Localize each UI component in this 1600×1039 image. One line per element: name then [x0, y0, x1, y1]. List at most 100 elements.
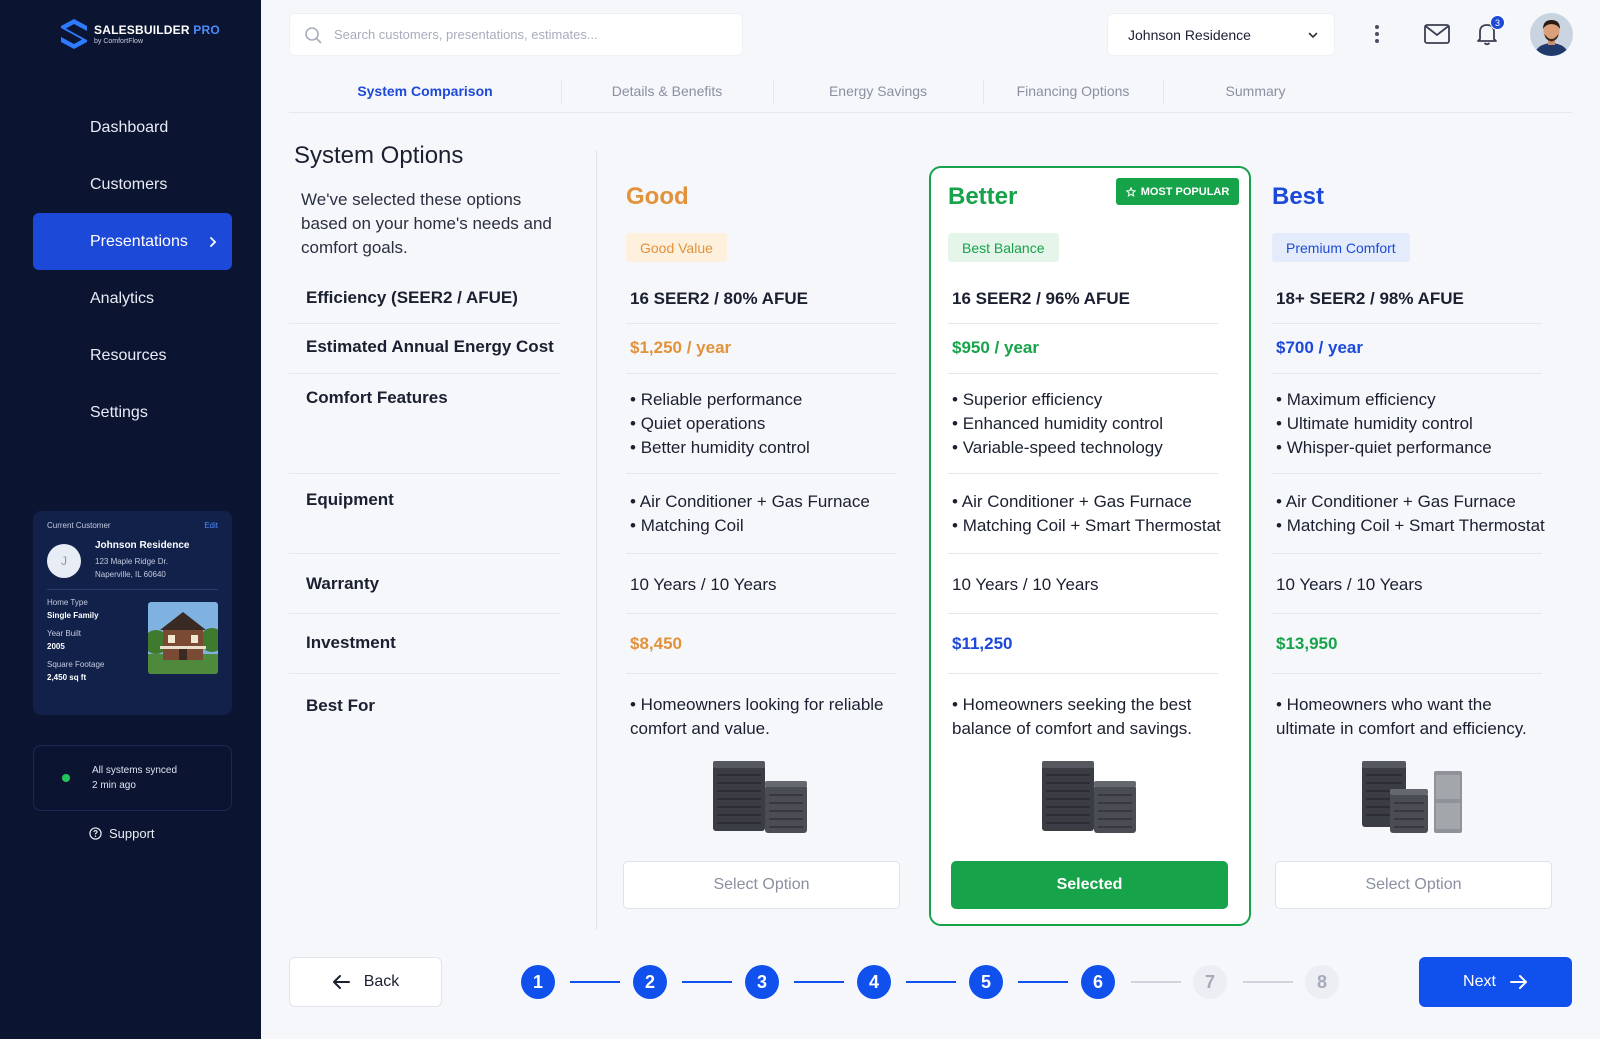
list-item: Air Conditioner + Gas Furnace [1276, 490, 1545, 514]
column-divider [596, 150, 597, 930]
row-divider [948, 613, 1218, 614]
notifications-button[interactable]: 3 [1471, 15, 1505, 50]
sync-status-line2: 2 min ago [92, 780, 136, 791]
good-efficiency: 16 SEER2 / 80% AFUE [630, 289, 808, 308]
sidebar-item-presentations[interactable]: Presentations [33, 213, 232, 270]
better-efficiency: 16 SEER2 / 96% AFUE [952, 289, 1130, 308]
row-label-warranty: Warranty [306, 574, 380, 593]
row-divider [1272, 473, 1542, 474]
current-customer-card: Current Customer Edit J Johnson Residenc… [33, 511, 232, 715]
row-divider [626, 373, 896, 374]
step-connector [1131, 981, 1181, 983]
logo-icon [61, 19, 87, 49]
row-divider [948, 473, 1218, 474]
year-built-value: 2005 [47, 642, 65, 651]
list-item: Air Conditioner + Gas Furnace [630, 490, 870, 514]
row-divider [289, 473, 560, 474]
good-select-button[interactable]: Select Option [623, 861, 900, 909]
support-link[interactable]: Support [89, 826, 155, 841]
step-5[interactable]: 5 [969, 965, 1003, 999]
chevron-down-icon [1308, 32, 1318, 38]
step-3[interactable]: 3 [745, 965, 779, 999]
better-selected-button[interactable]: Selected [951, 861, 1228, 909]
step-8[interactable]: 8 [1305, 965, 1339, 999]
sidebar-item-analytics[interactable]: Analytics [33, 270, 232, 327]
better-equipment-image [1042, 761, 1136, 833]
best-equipment: Air Conditioner + Gas Furnace Matching C… [1276, 490, 1545, 538]
list-item: Matching Coil + Smart Thermostat [952, 514, 1221, 538]
tab-system-comparison[interactable]: System Comparison [289, 70, 561, 112]
sidebar-item-dashboard[interactable]: Dashboard [33, 99, 232, 156]
sidebar-item-settings[interactable]: Settings [33, 384, 232, 441]
user-avatar-icon [1530, 13, 1573, 56]
good-investment: $8,450 [630, 634, 682, 653]
tab-energy-savings[interactable]: Energy Savings [773, 70, 983, 112]
sidebar-item-label: Settings [90, 403, 148, 421]
sidebar-item-customers[interactable]: Customers [33, 156, 232, 213]
step-7[interactable]: 7 [1193, 965, 1227, 999]
best-option-tag: Premium Comfort [1272, 233, 1410, 262]
page-title: System Options [294, 142, 464, 169]
best-best-for: • Homeowners who want the ultimate in co… [1276, 695, 1527, 738]
sidebar: SALESBUILDER PRO by ComfortFlow Dashboar… [0, 0, 261, 1039]
arrow-left-icon [332, 975, 350, 989]
home-type-label: Home Type [47, 598, 88, 607]
brand-logo[interactable]: SALESBUILDER PRO by ComfortFlow [60, 18, 220, 50]
square-footage-value: 2,450 sq ft [47, 673, 87, 682]
support-label: Support [109, 826, 155, 841]
search-icon [305, 26, 322, 43]
step-2[interactable]: 2 [633, 965, 667, 999]
step-4[interactable]: 4 [857, 965, 891, 999]
row-divider [948, 373, 1218, 374]
step-6[interactable]: 6 [1081, 965, 1115, 999]
list-item: Superior efficiency [952, 388, 1163, 412]
page-description: We've selected these options based on yo… [301, 190, 552, 257]
step-connector [1243, 981, 1293, 983]
edit-customer-link[interactable]: Edit [204, 521, 218, 530]
user-avatar[interactable] [1530, 13, 1573, 56]
step-1[interactable]: 1 [521, 965, 555, 999]
good-option-tag: Good Value [626, 233, 727, 262]
sidebar-item-label: Presentations [90, 232, 188, 250]
arrow-right-icon [1509, 975, 1527, 989]
list-item: Better humidity control [630, 436, 810, 460]
back-button[interactable]: Back [289, 957, 442, 1007]
most-popular-label: MOST POPULAR [1140, 185, 1230, 198]
better-energy-cost: $950 / year [952, 338, 1039, 357]
more-vertical-icon [1375, 25, 1379, 43]
square-footage-label: Square Footage [47, 660, 105, 669]
next-button[interactable]: Next [1419, 957, 1572, 1007]
tab-details-benefits[interactable]: Details & Benefits [561, 70, 773, 112]
brand-pro: PRO [193, 23, 220, 37]
row-divider [1272, 613, 1542, 614]
tab-summary[interactable]: Summary [1163, 70, 1348, 112]
good-energy-cost: $1,250 / year [630, 338, 732, 357]
search-input[interactable] [334, 27, 724, 42]
list-item: Variable-speed technology [952, 436, 1163, 460]
tab-financing-options[interactable]: Financing Options [983, 70, 1163, 112]
divider [47, 589, 218, 590]
row-label-energy-cost: Estimated Annual Energy Cost [306, 337, 554, 356]
customer-select[interactable]: Johnson Residence [1107, 13, 1335, 56]
row-divider [626, 473, 896, 474]
best-option-title: Best [1272, 183, 1325, 210]
messages-button[interactable] [1421, 18, 1453, 50]
row-divider [626, 613, 896, 614]
more-options-button[interactable] [1361, 18, 1393, 50]
sidebar-item-label: Customers [90, 175, 168, 193]
best-select-button[interactable]: Select Option [1275, 861, 1552, 909]
next-label: Next [1463, 973, 1496, 990]
sync-status-line1: All systems synced [92, 765, 178, 776]
home-type-value: Single Family [47, 611, 99, 620]
step-connector [1018, 981, 1068, 983]
sidebar-item-resources[interactable]: Resources [33, 327, 232, 384]
sidebar-item-label: Analytics [90, 289, 155, 307]
row-label-equipment: Equipment [306, 490, 394, 509]
row-divider [1272, 373, 1542, 374]
notification-badge: 3 [1490, 15, 1505, 30]
customer-avatar: J [47, 543, 81, 578]
year-built-label: Year Built [47, 629, 81, 638]
list-item: Matching Coil + Smart Thermostat [1276, 514, 1545, 538]
row-divider [626, 673, 896, 674]
better-warranty: 10 Years / 10 Years [952, 575, 1099, 594]
